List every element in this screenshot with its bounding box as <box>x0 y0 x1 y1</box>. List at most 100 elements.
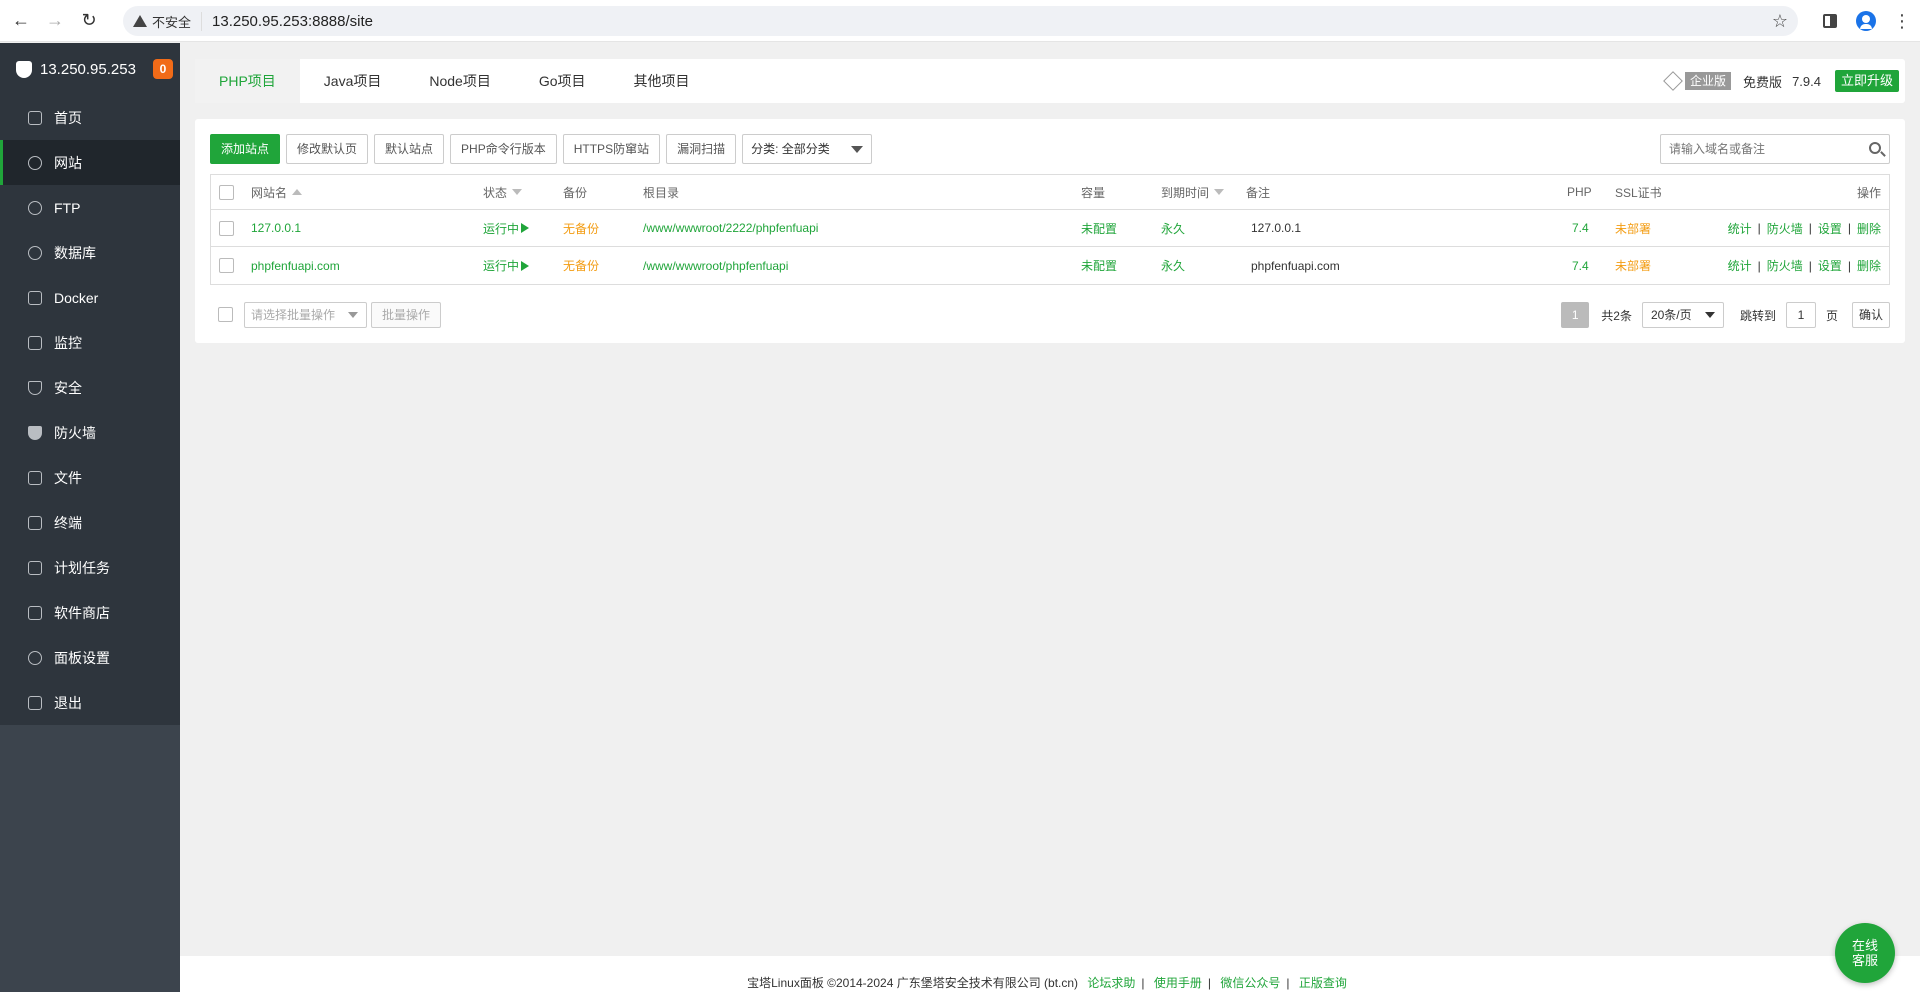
batch-select-all-checkbox[interactable] <box>218 307 233 322</box>
edit-default-page-button[interactable]: 修改默认页 <box>286 134 369 164</box>
select-all-checkbox[interactable] <box>219 184 234 200</box>
reload-icon[interactable]: ↻ <box>76 8 102 34</box>
site-name-link[interactable]: 127.0.0.1 <box>251 210 301 246</box>
backup-link[interactable]: 无备份 <box>563 247 599 284</box>
row-checkbox[interactable] <box>219 258 234 273</box>
upgrade-button[interactable]: 立即升级 <box>1834 70 1899 92</box>
enterprise-edition[interactable]: 企业版 <box>1663 71 1732 91</box>
delete-link[interactable]: 删除 <box>1857 220 1881 237</box>
remark-text[interactable]: phpfenfuapi.com <box>1251 247 1340 284</box>
category-select[interactable]: 分类: 全部分类 <box>742 134 873 164</box>
docker-icon <box>28 290 42 305</box>
search-input[interactable] <box>1661 135 1851 163</box>
sidebar-item-logout[interactable]: 退出 <box>0 680 180 725</box>
sidebar-item-store[interactable]: 软件商店 <box>0 590 180 635</box>
url-text[interactable]: 13.250.95.253:8888/site <box>212 13 373 30</box>
ssl-link[interactable]: 未部署 <box>1615 210 1651 246</box>
sidebar-item-terminal[interactable]: 终端 <box>0 500 180 545</box>
tab-node[interactable]: Node项目 <box>405 59 514 103</box>
back-icon[interactable]: ← <box>8 8 34 34</box>
col-expire[interactable]: 到期时间 <box>1161 175 1225 209</box>
firewall-link[interactable]: 防火墙 <box>1767 220 1803 237</box>
search-icon[interactable] <box>1869 142 1881 154</box>
site-list-card: 添加站点 修改默认页 默认站点 PHP命令行版本 HTTPS防窜站 漏洞扫描 分… <box>195 119 1905 343</box>
bookmark-star-icon[interactable]: ☆ <box>1772 11 1788 32</box>
php-version-link[interactable]: 7.4 <box>1572 210 1589 246</box>
site-toolbar: 添加站点 修改默认页 默认站点 PHP命令行版本 HTTPS防窜站 漏洞扫描 分… <box>210 134 873 164</box>
col-status[interactable]: 状态 <box>483 175 523 209</box>
settings-link[interactable]: 设置 <box>1818 220 1842 237</box>
sidebar-item-database[interactable]: 数据库 <box>0 230 180 275</box>
site-search[interactable] <box>1660 134 1890 164</box>
sidebar-item-label: 防火墙 <box>54 424 96 441</box>
batch-action-button[interactable]: 批量操作 <box>371 302 442 328</box>
enterprise-label: 企业版 <box>1685 72 1732 90</box>
site-status[interactable]: 运行中 <box>483 247 530 284</box>
expire-link[interactable]: 永久 <box>1161 210 1185 246</box>
site-name-link[interactable]: phpfenfuapi.com <box>251 247 340 284</box>
backup-link[interactable]: 无备份 <box>563 210 599 246</box>
sidebar-item-settings[interactable]: 面板设置 <box>0 635 180 680</box>
sidebar-item-website[interactable]: 网站 <box>0 140 180 185</box>
page-current[interactable]: 1 <box>1561 302 1590 328</box>
https-guard-button[interactable]: HTTPS防窜站 <box>562 134 661 164</box>
sidebar-item-firewall[interactable]: 防火墙 <box>0 410 180 455</box>
sidebar-item-docker[interactable]: Docker <box>0 275 180 320</box>
security-indicator[interactable]: 不安全 <box>133 11 203 31</box>
stats-link[interactable]: 统计 <box>1728 220 1752 237</box>
per-page-select[interactable]: 20条/页 <box>1641 302 1724 328</box>
online-support-button[interactable]: 在线客服 <box>1835 923 1895 983</box>
address-bar[interactable]: 不安全 13.250.95.253:8888/site ☆ <box>123 6 1798 36</box>
license-check-link[interactable]: 正版查询 <box>1299 976 1347 990</box>
separator: | <box>1207 976 1212 990</box>
side-panel-button[interactable] <box>1812 14 1848 28</box>
quota-link[interactable]: 未配置 <box>1081 247 1117 284</box>
sidebar-item-security[interactable]: 安全 <box>0 365 180 410</box>
apps-grid-icon <box>28 605 42 620</box>
root-path-link[interactable]: /www/wwwroot/2222/phpfenfuapi <box>643 210 818 246</box>
sidebar-item-cron[interactable]: 计划任务 <box>0 545 180 590</box>
wechat-link[interactable]: 微信公众号 <box>1220 976 1280 990</box>
php-cli-version-button[interactable]: PHP命令行版本 <box>450 134 557 164</box>
bt-logo-icon <box>16 60 32 78</box>
firewall-link[interactable]: 防火墙 <box>1767 257 1803 274</box>
tab-php[interactable]: PHP项目 <box>195 59 300 103</box>
site-status[interactable]: 运行中 <box>483 210 530 246</box>
globe-icon <box>28 155 42 170</box>
sort-up-icon <box>292 189 303 195</box>
sidebar-header[interactable]: 13.250.95.253 0 <box>0 43 180 95</box>
default-site-button[interactable]: 默认站点 <box>374 134 445 164</box>
batch-placeholder: 请选择批量操作 <box>251 308 336 322</box>
vuln-scan-button[interactable]: 漏洞扫描 <box>666 134 737 164</box>
row-checkbox[interactable] <box>219 220 234 236</box>
menu-button[interactable]: ⋮ <box>1884 12 1920 30</box>
forum-link[interactable]: 论坛求助 <box>1087 976 1135 990</box>
message-badge[interactable]: 0 <box>153 59 173 79</box>
quota-link[interactable]: 未配置 <box>1081 210 1117 246</box>
sidebar-item-files[interactable]: 文件 <box>0 455 180 500</box>
delete-link[interactable]: 删除 <box>1857 257 1881 274</box>
sidebar-item-monitor[interactable]: 监控 <box>0 320 180 365</box>
sidebar-item-label: 退出 <box>54 694 82 711</box>
ssl-link[interactable]: 未部署 <box>1615 247 1651 284</box>
settings-link[interactable]: 设置 <box>1818 257 1842 274</box>
root-path-link[interactable]: /www/wwwroot/phpfenfuapi <box>643 247 788 284</box>
forward-icon[interactable]: → <box>42 8 68 34</box>
batch-action-select[interactable]: 请选择批量操作 <box>244 302 367 328</box>
sidebar-item-home[interactable]: 首页 <box>0 95 180 140</box>
php-version-link[interactable]: 7.4 <box>1572 247 1589 284</box>
profile-button[interactable] <box>1848 11 1884 31</box>
separator: | <box>1847 221 1851 235</box>
tab-go[interactable]: Go项目 <box>515 59 610 103</box>
expire-link[interactable]: 永久 <box>1161 247 1185 284</box>
jump-page-input[interactable]: 1 <box>1785 302 1816 328</box>
tab-other[interactable]: 其他项目 <box>610 59 714 103</box>
jump-confirm-button[interactable]: 确认 <box>1851 302 1890 328</box>
tab-java[interactable]: Java项目 <box>300 59 406 103</box>
manual-link[interactable]: 使用手册 <box>1154 976 1202 990</box>
col-name[interactable]: 网站名 <box>251 175 303 209</box>
stats-link[interactable]: 统计 <box>1728 257 1752 274</box>
add-site-button[interactable]: 添加站点 <box>210 134 281 164</box>
remark-text[interactable]: 127.0.0.1 <box>1251 210 1301 246</box>
sidebar-item-ftp[interactable]: FTP <box>0 185 180 230</box>
